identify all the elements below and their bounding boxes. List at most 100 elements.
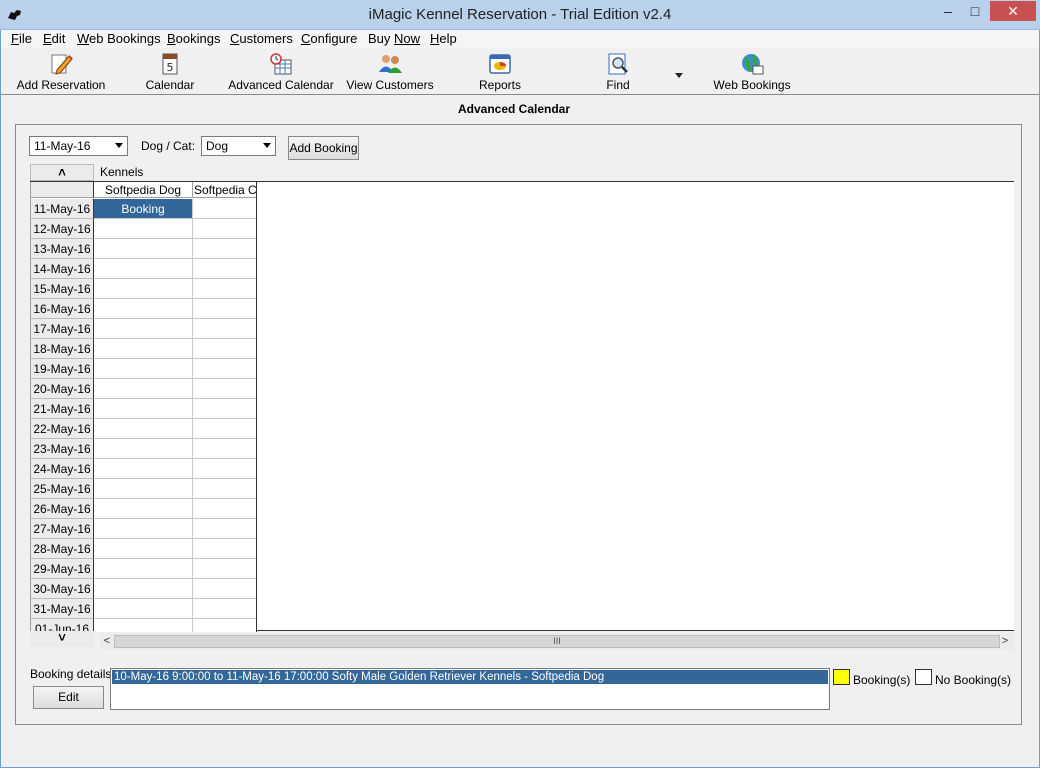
kennel-day-cell[interactable] bbox=[94, 499, 193, 519]
dog-cat-select[interactable]: Dog bbox=[201, 136, 276, 156]
column-header-softpedia-cat[interactable]: Softpedia Cat bbox=[193, 182, 256, 198]
kennel-day-cell[interactable] bbox=[94, 319, 193, 339]
kennel-day-cell[interactable] bbox=[193, 499, 256, 519]
calendar-button[interactable]: 5 Calendar bbox=[137, 49, 203, 95]
row-header-date[interactable]: 14-May-16 bbox=[31, 259, 94, 279]
kennel-day-cell[interactable] bbox=[193, 559, 256, 579]
kennel-day-cell[interactable] bbox=[94, 559, 193, 579]
kennel-day-cell[interactable] bbox=[94, 619, 193, 632]
kennel-day-cell[interactable] bbox=[94, 579, 193, 599]
menu-configure[interactable]: Configure bbox=[301, 31, 357, 46]
column-header-softpedia-dog[interactable]: Softpedia Dog bbox=[94, 182, 193, 198]
booking-details-item[interactable]: 10-May-16 9:00:00 to 11-May-16 17:00:00 … bbox=[112, 670, 828, 684]
kennel-day-cell[interactable] bbox=[193, 579, 256, 599]
kennel-day-cell[interactable] bbox=[193, 239, 256, 259]
scroll-left-icon[interactable]: < bbox=[100, 633, 114, 650]
scroll-down-button[interactable]: ˅ bbox=[30, 631, 94, 647]
kennel-day-cell[interactable] bbox=[193, 319, 256, 339]
find-button[interactable]: Find bbox=[596, 49, 640, 95]
date-picker[interactable]: 11-May-16 bbox=[29, 136, 128, 156]
row-header-date[interactable]: 26-May-16 bbox=[31, 499, 94, 519]
maximize-button[interactable]: □ bbox=[962, 1, 988, 21]
kennel-day-cell[interactable] bbox=[193, 279, 256, 299]
row-header-date[interactable]: 25-May-16 bbox=[31, 479, 94, 499]
web-bookings-button[interactable]: Web Bookings bbox=[708, 49, 796, 95]
kennel-day-cell[interactable] bbox=[94, 399, 193, 419]
kennel-day-cell[interactable] bbox=[94, 479, 193, 499]
menu-customers[interactable]: Customers bbox=[230, 31, 293, 46]
row-header-date[interactable]: 17-May-16 bbox=[31, 319, 94, 339]
row-header-date[interactable]: 24-May-16 bbox=[31, 459, 94, 479]
row-header-date[interactable]: 16-May-16 bbox=[31, 299, 94, 319]
kennel-day-cell[interactable] bbox=[193, 419, 256, 439]
scroll-right-icon[interactable]: > bbox=[998, 633, 1012, 650]
kennel-day-cell[interactable] bbox=[193, 219, 256, 239]
minimize-button[interactable]: – bbox=[935, 1, 961, 21]
row-header-date[interactable]: 30-May-16 bbox=[31, 579, 94, 599]
kennel-day-cell[interactable] bbox=[94, 419, 193, 439]
calendar-grid-icon bbox=[268, 52, 294, 76]
kennel-day-cell[interactable] bbox=[94, 519, 193, 539]
kennel-day-cell[interactable] bbox=[193, 259, 256, 279]
edit-button[interactable]: Edit bbox=[33, 686, 104, 709]
find-dropdown-arrow-icon[interactable] bbox=[673, 69, 685, 79]
reports-button[interactable]: Reports bbox=[471, 49, 529, 95]
scrollbar-thumb[interactable]: III bbox=[114, 635, 1000, 648]
kennel-day-cell[interactable] bbox=[94, 219, 193, 239]
kennel-day-cell[interactable] bbox=[94, 299, 193, 319]
kennel-day-cell[interactable] bbox=[193, 359, 256, 379]
kennel-day-cell[interactable] bbox=[94, 279, 193, 299]
menu-buy-now[interactable]: Buy Now bbox=[368, 31, 420, 46]
close-button[interactable]: ✕ bbox=[990, 1, 1036, 21]
kennel-day-cell[interactable] bbox=[193, 619, 256, 632]
kennel-day-cell[interactable] bbox=[193, 439, 256, 459]
row-header-date[interactable]: 29-May-16 bbox=[31, 559, 94, 579]
row-header-date[interactable]: 27-May-16 bbox=[31, 519, 94, 539]
menu-help[interactable]: Help bbox=[430, 31, 457, 46]
booking-details-list[interactable]: 10-May-16 9:00:00 to 11-May-16 17:00:00 … bbox=[110, 668, 830, 710]
menu-edit[interactable]: Edit bbox=[43, 31, 65, 46]
kennel-day-cell[interactable] bbox=[193, 299, 256, 319]
advanced-calendar-button[interactable]: Advanced Calendar bbox=[226, 49, 336, 95]
kennel-day-cell[interactable] bbox=[94, 379, 193, 399]
kennel-day-cell[interactable] bbox=[193, 199, 256, 219]
booking-cell[interactable]: Booking bbox=[94, 199, 193, 219]
add-reservation-button[interactable]: Add Reservation bbox=[13, 49, 109, 95]
row-header-date[interactable]: 18-May-16 bbox=[31, 339, 94, 359]
row-header-date[interactable]: 21-May-16 bbox=[31, 399, 94, 419]
kennel-day-cell[interactable] bbox=[193, 479, 256, 499]
row-header-date[interactable]: 28-May-16 bbox=[31, 539, 94, 559]
kennel-day-cell[interactable] bbox=[193, 539, 256, 559]
kennel-day-cell[interactable] bbox=[193, 379, 256, 399]
view-customers-button[interactable]: View Customers bbox=[344, 49, 436, 95]
scroll-up-button[interactable]: ˄ bbox=[30, 164, 94, 181]
row-header-date[interactable]: 11-May-16 bbox=[31, 199, 94, 219]
menu-file[interactable]: File bbox=[11, 31, 32, 46]
row-header-date[interactable]: 13-May-16 bbox=[31, 239, 94, 259]
kennel-day-cell[interactable] bbox=[94, 339, 193, 359]
menu-web-bookings[interactable]: Web Bookings bbox=[77, 31, 161, 46]
row-header-date[interactable]: 19-May-16 bbox=[31, 359, 94, 379]
kennel-day-cell[interactable] bbox=[94, 459, 193, 479]
row-header-date[interactable]: 15-May-16 bbox=[31, 279, 94, 299]
add-booking-button[interactable]: Add Booking bbox=[288, 136, 359, 160]
window-title: iMagic Kennel Reservation - Trial Editio… bbox=[368, 6, 672, 23]
menu-bookings[interactable]: Bookings bbox=[167, 31, 220, 46]
horizontal-scrollbar[interactable]: < III > bbox=[100, 633, 1014, 650]
row-header-date[interactable]: 23-May-16 bbox=[31, 439, 94, 459]
kennel-day-cell[interactable] bbox=[193, 339, 256, 359]
row-header-date[interactable]: 31-May-16 bbox=[31, 599, 94, 619]
row-header-date[interactable]: 20-May-16 bbox=[31, 379, 94, 399]
kennel-day-cell[interactable] bbox=[193, 599, 256, 619]
kennel-day-cell[interactable] bbox=[94, 539, 193, 559]
kennel-day-cell[interactable] bbox=[193, 399, 256, 419]
kennel-day-cell[interactable] bbox=[94, 439, 193, 459]
kennel-day-cell[interactable] bbox=[94, 359, 193, 379]
kennel-day-cell[interactable] bbox=[193, 459, 256, 479]
kennel-day-cell[interactable] bbox=[94, 239, 193, 259]
row-header-date[interactable]: 12-May-16 bbox=[31, 219, 94, 239]
row-header-date[interactable]: 22-May-16 bbox=[31, 419, 94, 439]
kennel-day-cell[interactable] bbox=[94, 259, 193, 279]
kennel-day-cell[interactable] bbox=[193, 519, 256, 539]
kennel-day-cell[interactable] bbox=[94, 599, 193, 619]
